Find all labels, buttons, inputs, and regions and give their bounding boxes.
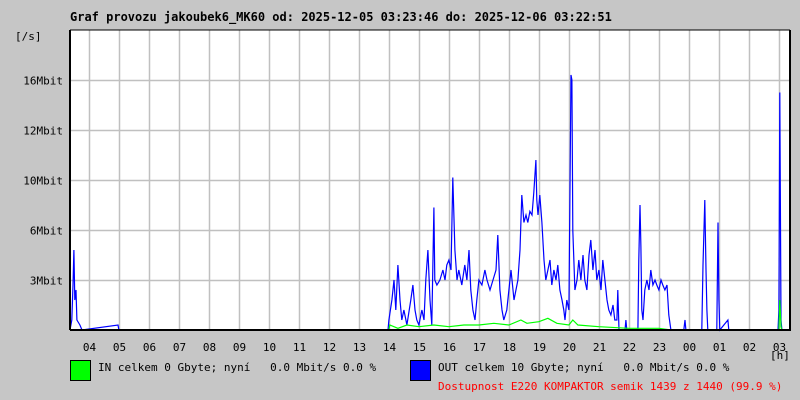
x-tick-label: 15 [413, 341, 426, 354]
legend-in-text: IN celkem 0 Gbyte; nyní 0.0 Mbit/s 0.0 % [98, 361, 377, 374]
x-tick-label: 07 [173, 341, 186, 354]
traffic-chart: 04 05 06 07 08 09 10 11 12 13 14 15 16 17 18 19 20 21 22 23… [23, 29, 791, 354]
x-tick-label: 08 [203, 341, 216, 354]
x-tick-label: 02 [743, 341, 756, 354]
x-tick-label: 01 [713, 341, 726, 354]
x-tick-label: 20 [563, 341, 576, 354]
x-tick-label: 14 [383, 341, 397, 354]
y-tick-label: 6Mbit [30, 225, 63, 238]
y-tick-label: 16Mbit [23, 75, 63, 88]
x-tick-label: 05 [113, 341, 126, 354]
x-tick-label: 19 [533, 341, 546, 354]
x-tick-label: 00 [683, 341, 696, 354]
x-tick-label: 04 [83, 341, 97, 354]
x-tick-label: 21 [593, 341, 606, 354]
legend-out-text: OUT celkem 10 Gbyte; nyní 0.0 Mbit/s 0.0… [438, 361, 730, 374]
legend-in-swatch [70, 360, 91, 381]
x-tick-label: 03 [773, 341, 786, 354]
x-tick-label: 06 [143, 341, 156, 354]
x-tick-label: 23 [653, 341, 666, 354]
y-tick-label: 12Mbit [23, 125, 63, 138]
x-tick-label: 17 [473, 341, 486, 354]
availability-text: Dostupnost E220 KOMPAKTOR semik 1439 z 1… [438, 380, 783, 393]
legend-out-swatch [410, 360, 431, 381]
y-tick-label: 10Mbit [23, 175, 63, 188]
x-tick-label: 12 [323, 341, 336, 354]
x-tick-label: 16 [443, 341, 456, 354]
x-tick-label: 18 [503, 341, 516, 354]
x-tick-label: 13 [353, 341, 366, 354]
x-tick-label: 11 [293, 341, 306, 354]
x-tick-label: 09 [233, 341, 246, 354]
x-tick-label: 10 [263, 341, 276, 354]
x-tick-label: 22 [623, 341, 636, 354]
y-tick-label: 3Mbit [30, 275, 63, 288]
